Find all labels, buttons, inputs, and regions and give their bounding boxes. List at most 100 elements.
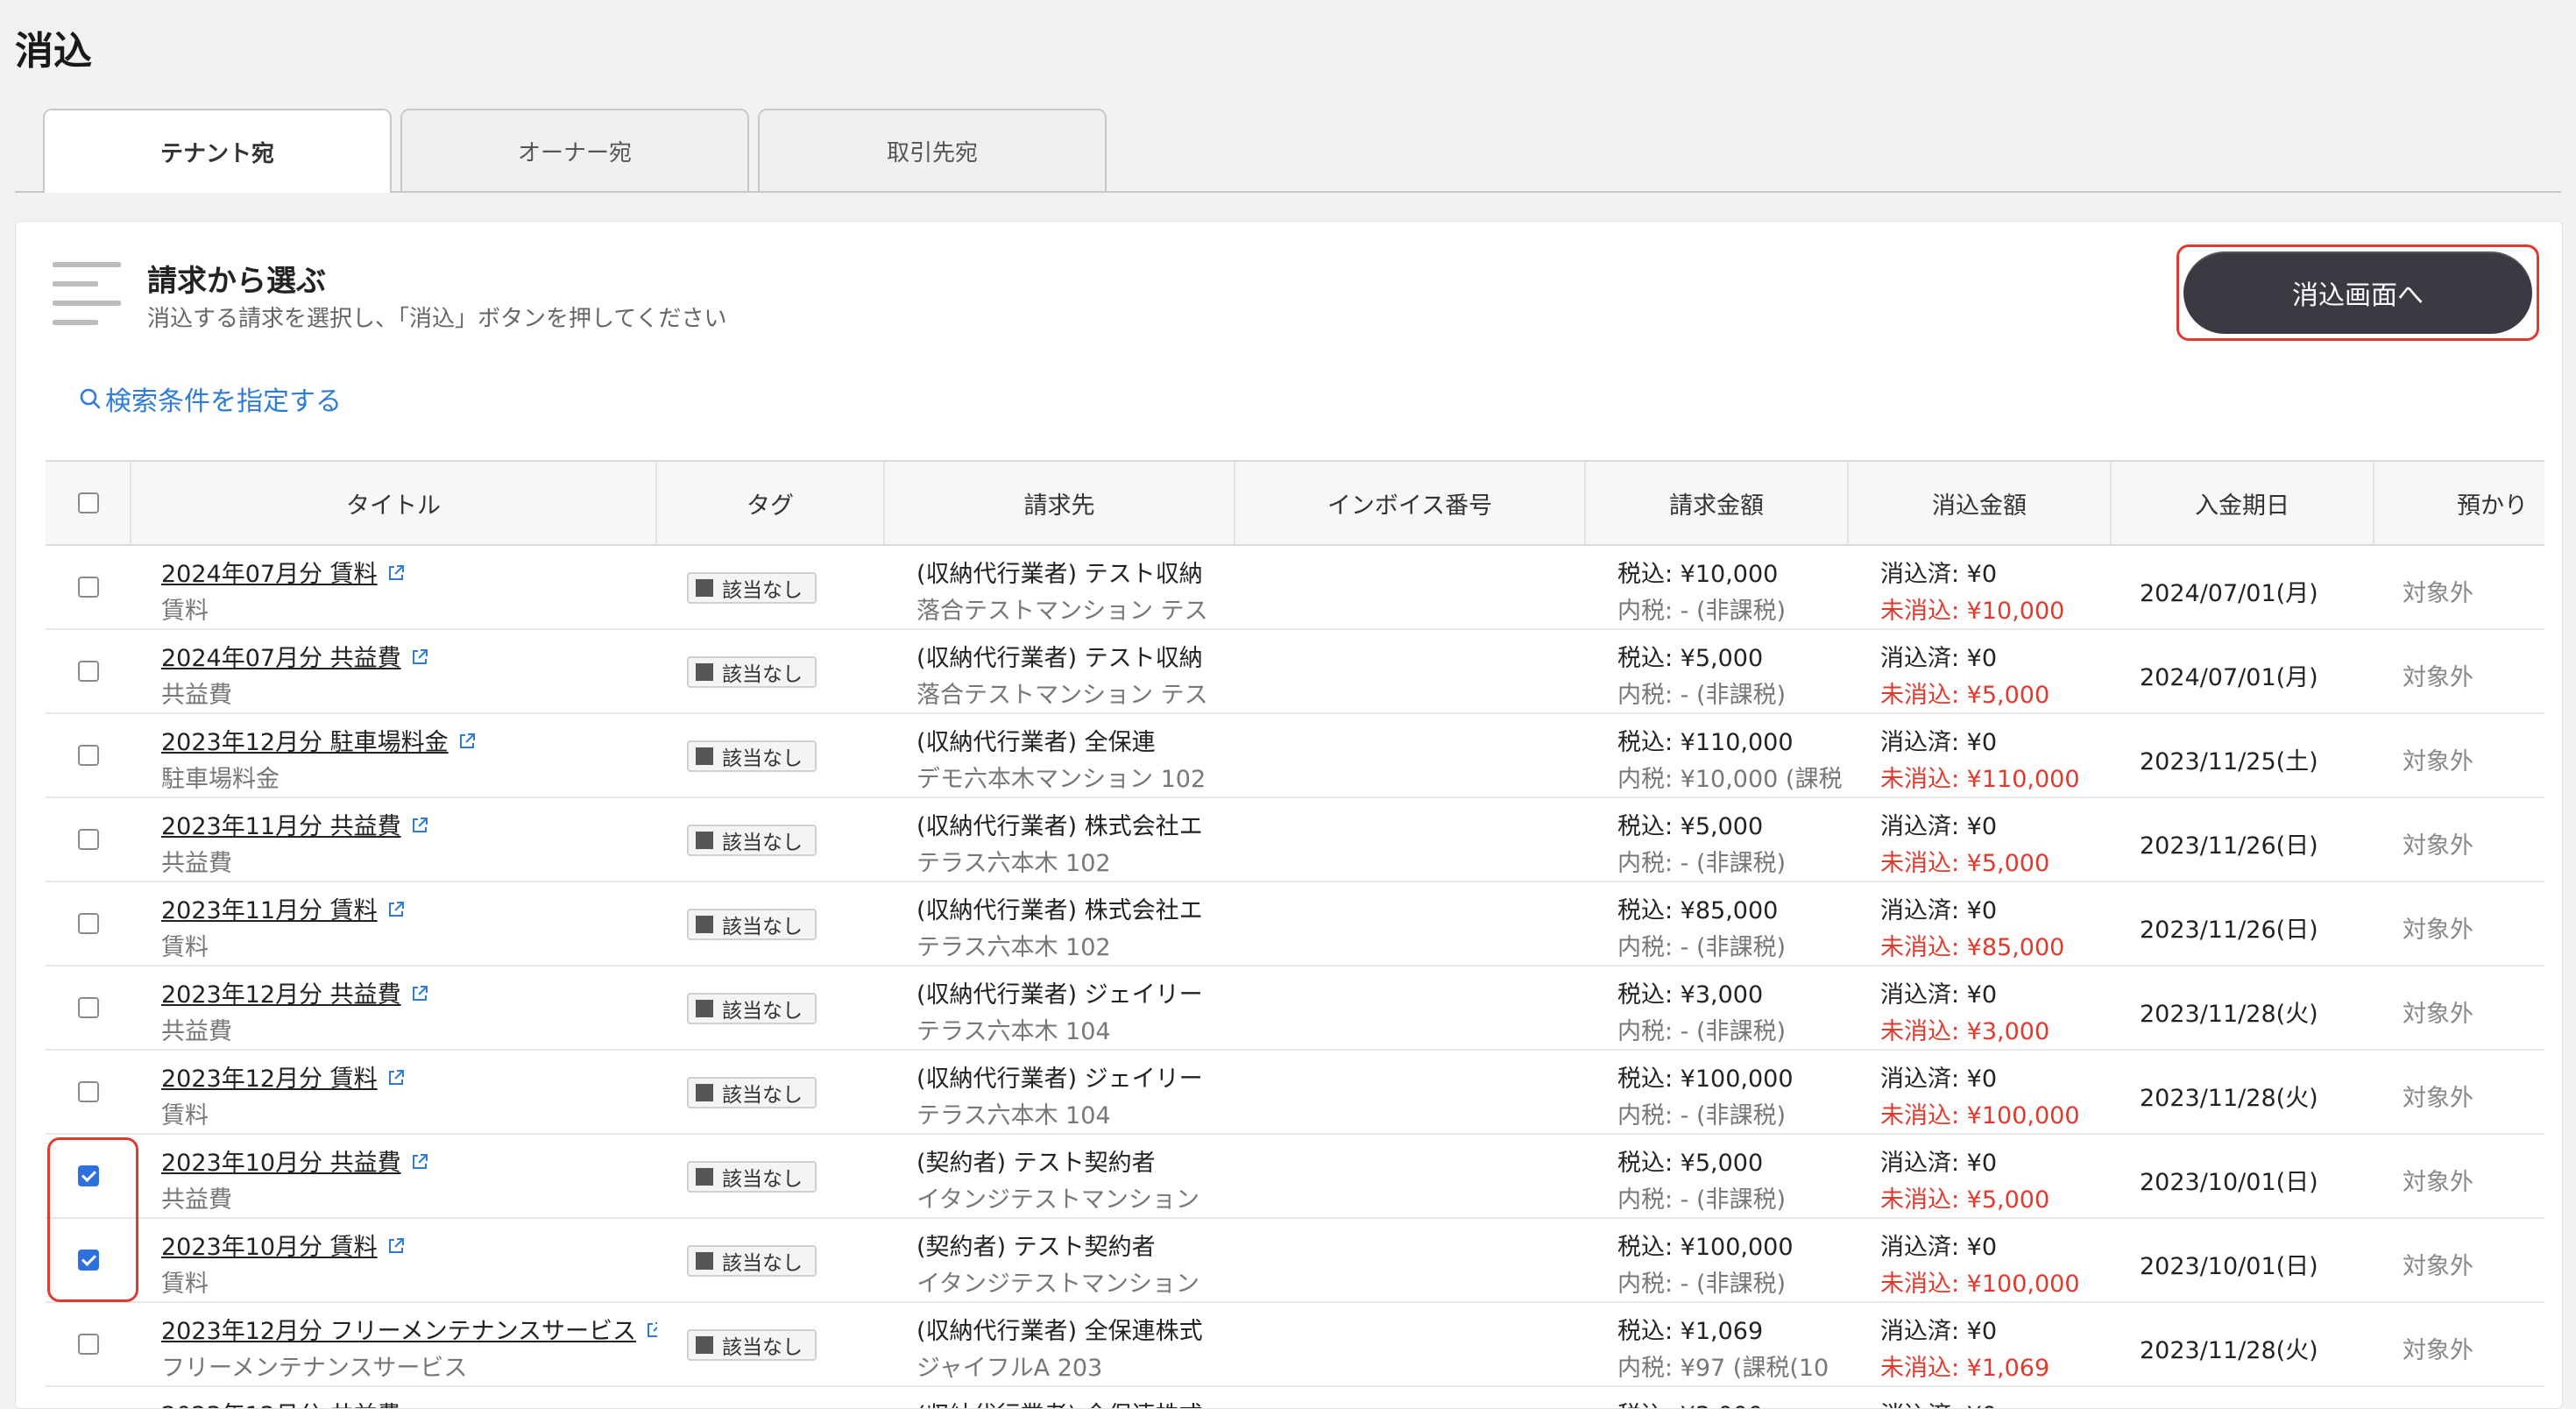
unreconciled-amount: 未消込: ¥5,000 (1880, 850, 2050, 877)
row-select-cell (46, 1219, 131, 1301)
external-link-icon[interactable] (645, 1319, 657, 1346)
external-link-icon[interactable] (386, 898, 406, 925)
row-reconciled-cell: 消込済: ¥0 未消込: ¥10,000 (1849, 546, 2112, 628)
invoice-title-link[interactable]: 2023年12月分 フリーメンテナンスサービス (161, 1318, 636, 1345)
row-checkbox[interactable] (78, 913, 99, 934)
row-title-cell: 2023年11月分 賃料 賃料 (131, 882, 657, 965)
row-checkbox[interactable] (78, 1165, 99, 1186)
header-reconciled[interactable]: 消込金額 (1849, 462, 2112, 544)
row-checkbox[interactable] (78, 1081, 99, 1102)
payer-name: (収納代行業者) 株式会社エ (916, 897, 1203, 924)
row-checkbox[interactable] (78, 745, 99, 766)
header-invoice-no[interactable]: インボイス番号 (1235, 462, 1586, 544)
select-all-checkbox[interactable] (78, 492, 99, 513)
invoice-title-link[interactable]: 2023年12月分 共益費 (161, 1402, 401, 1408)
row-checkbox[interactable] (78, 661, 99, 682)
go-to-reconcile-button[interactable]: 消込画面へ (2183, 251, 2532, 334)
row-reconciled-cell: 消込済: ¥0 未消込: ¥3,000 (1849, 966, 2112, 1049)
amount-tax-included: 税込: ¥3,000 (1617, 981, 1764, 1009)
row-title-cell: 2023年12月分 賃料 賃料 (131, 1051, 657, 1133)
unreconciled-amount: 未消込: ¥1,069 (1880, 1355, 2050, 1382)
tab-owner[interactable]: オーナー宛 (400, 109, 749, 191)
row-amount-cell: 税込: ¥5,000 内税: - (非課税) (1586, 798, 1849, 881)
row-billing-cell: (収納代行業者) ジェイリー テラス六本木 104 (885, 966, 1235, 1049)
tag-square-icon (696, 1336, 713, 1354)
section-subtitle: 消込する請求を選択し、「消込」ボタンを押してください (147, 306, 727, 332)
row-checkbox[interactable] (78, 577, 99, 598)
tab-tenant[interactable]: テナント宛 (43, 109, 392, 193)
row-deposit-cell: 対象外 (2374, 1303, 2544, 1385)
invoice-category: フリーメンテナンスサービス (161, 1355, 468, 1382)
tab-partner[interactable]: 取引先宛 (758, 109, 1107, 191)
tag-square-icon (696, 579, 713, 597)
payer-name: (収納代行業者) 株式会社エ (916, 813, 1203, 840)
deposit-status: 対象外 (2403, 748, 2473, 775)
invoice-title-link[interactable]: 2023年12月分 駐車場料金 (161, 729, 449, 756)
row-title-cell: 2023年10月分 賃料 賃料 (131, 1219, 657, 1301)
tag-square-icon (696, 832, 713, 849)
amount-tax-included: 税込: ¥10,000 (1617, 561, 1779, 588)
page-title: 消込 (15, 29, 92, 74)
tag-label: 該当なし (722, 1168, 803, 1191)
header-tag[interactable]: タグ (657, 462, 885, 544)
external-link-icon[interactable] (457, 730, 477, 757)
invoice-title-link[interactable]: 2024年07月分 共益費 (161, 645, 401, 672)
row-checkbox[interactable] (78, 1334, 99, 1355)
invoice-title-link[interactable]: 2023年10月分 共益費 (161, 1150, 401, 1177)
external-link-icon[interactable] (386, 1235, 406, 1262)
invoice-title-link[interactable]: 2023年10月分 賃料 (161, 1234, 378, 1261)
invoice-title-link[interactable]: 2023年11月分 賃料 (161, 897, 378, 924)
property-name: テラス六本木 102 (916, 850, 1111, 877)
invoice-title-link[interactable]: 2024年07月分 賃料 (161, 561, 378, 588)
row-billing-cell: (収納代行業者) 全保連株式 (885, 1387, 1235, 1408)
invoice-table: タイトル タグ 請求先 インボイス番号 請求金額 消込金額 入金期日 預かり 2… (46, 460, 2544, 1408)
table-row: 2023年12月分 駐車場料金 駐車場料金 該当なし (収納代行業者) 全保連 デモ六本… (46, 714, 2544, 798)
header-billing-to[interactable]: 請求先 (885, 462, 1235, 544)
row-amount-cell: 税込: ¥3,000 (1586, 1387, 1849, 1408)
header-select-all-cell (46, 462, 131, 544)
deposit-status: 対象外 (2403, 664, 2473, 691)
row-invoice-no-cell (1235, 1219, 1586, 1301)
row-reconciled-cell: 消込済: ¥0 未消込: ¥110,000 (1849, 714, 2112, 797)
row-select-cell (46, 1051, 131, 1133)
row-title-cell: 2023年12月分 フリーメンテナンスサービス フリーメンテナンスサービス (131, 1303, 657, 1385)
search-conditions-link[interactable]: 検索条件を指定する (79, 379, 342, 418)
header-title[interactable]: タイトル (131, 462, 657, 544)
deposit-status: 対象外 (2403, 1001, 2473, 1028)
row-due-cell: 2023/10/01(日) (2112, 1135, 2374, 1217)
payer-name: (収納代行業者) ジェイリー (916, 981, 1203, 1009)
row-checkbox[interactable] (78, 1250, 99, 1271)
external-link-icon[interactable] (410, 646, 429, 673)
row-title-cell: 2024年07月分 共益費 共益費 (131, 630, 657, 712)
due-date: 2023/11/26(日) (2140, 917, 2318, 944)
external-link-icon[interactable] (410, 982, 429, 1009)
external-link-icon[interactable] (410, 814, 429, 841)
amount-tax-detail: 内税: - (非課税) (1617, 850, 1787, 877)
property-name: イタンジテストマンション (916, 1186, 1200, 1214)
row-checkbox[interactable] (78, 829, 99, 850)
row-select-cell (46, 966, 131, 1049)
header-due-date[interactable]: 入金期日 (2112, 462, 2374, 544)
payer-name: (収納代行業者) 全保連株式 (916, 1318, 1203, 1345)
tag-badge: 該当なし (687, 1245, 817, 1277)
row-title-cell: 2023年12月分 駐車場料金 駐車場料金 (131, 714, 657, 797)
external-link-icon[interactable] (410, 1151, 429, 1178)
invoice-title-link[interactable]: 2023年12月分 共益費 (161, 981, 401, 1009)
external-link-icon[interactable] (386, 1066, 406, 1094)
row-deposit-cell: 対象外 (2374, 1219, 2544, 1301)
external-link-icon[interactable] (386, 562, 406, 589)
row-reconciled-cell: 消込済: ¥0 未消込: ¥100,000 (1849, 1051, 2112, 1133)
row-title-cell: 2024年07月分 賃料 賃料 (131, 546, 657, 628)
header-amount[interactable]: 請求金額 (1586, 462, 1849, 544)
tag-badge: 該当なし (687, 740, 817, 772)
table-row: 2023年11月分 賃料 賃料 該当なし (収納代行業者) 株式会社エ テラス六本木 1… (46, 882, 2544, 966)
row-invoice-no-cell (1235, 798, 1586, 881)
reconciled-amount: 消込済: ¥0 (1880, 1234, 1998, 1261)
row-due-cell: 2024/07/01(月) (2112, 630, 2374, 712)
invoice-title-link[interactable]: 2023年12月分 賃料 (161, 1066, 378, 1093)
row-deposit-cell: 対象外 (2374, 798, 2544, 881)
row-checkbox[interactable] (78, 997, 99, 1018)
invoice-title-link[interactable]: 2023年11月分 共益費 (161, 813, 401, 840)
header-deposit[interactable]: 預かり (2374, 462, 2544, 544)
tag-label: 該当なし (722, 832, 803, 854)
